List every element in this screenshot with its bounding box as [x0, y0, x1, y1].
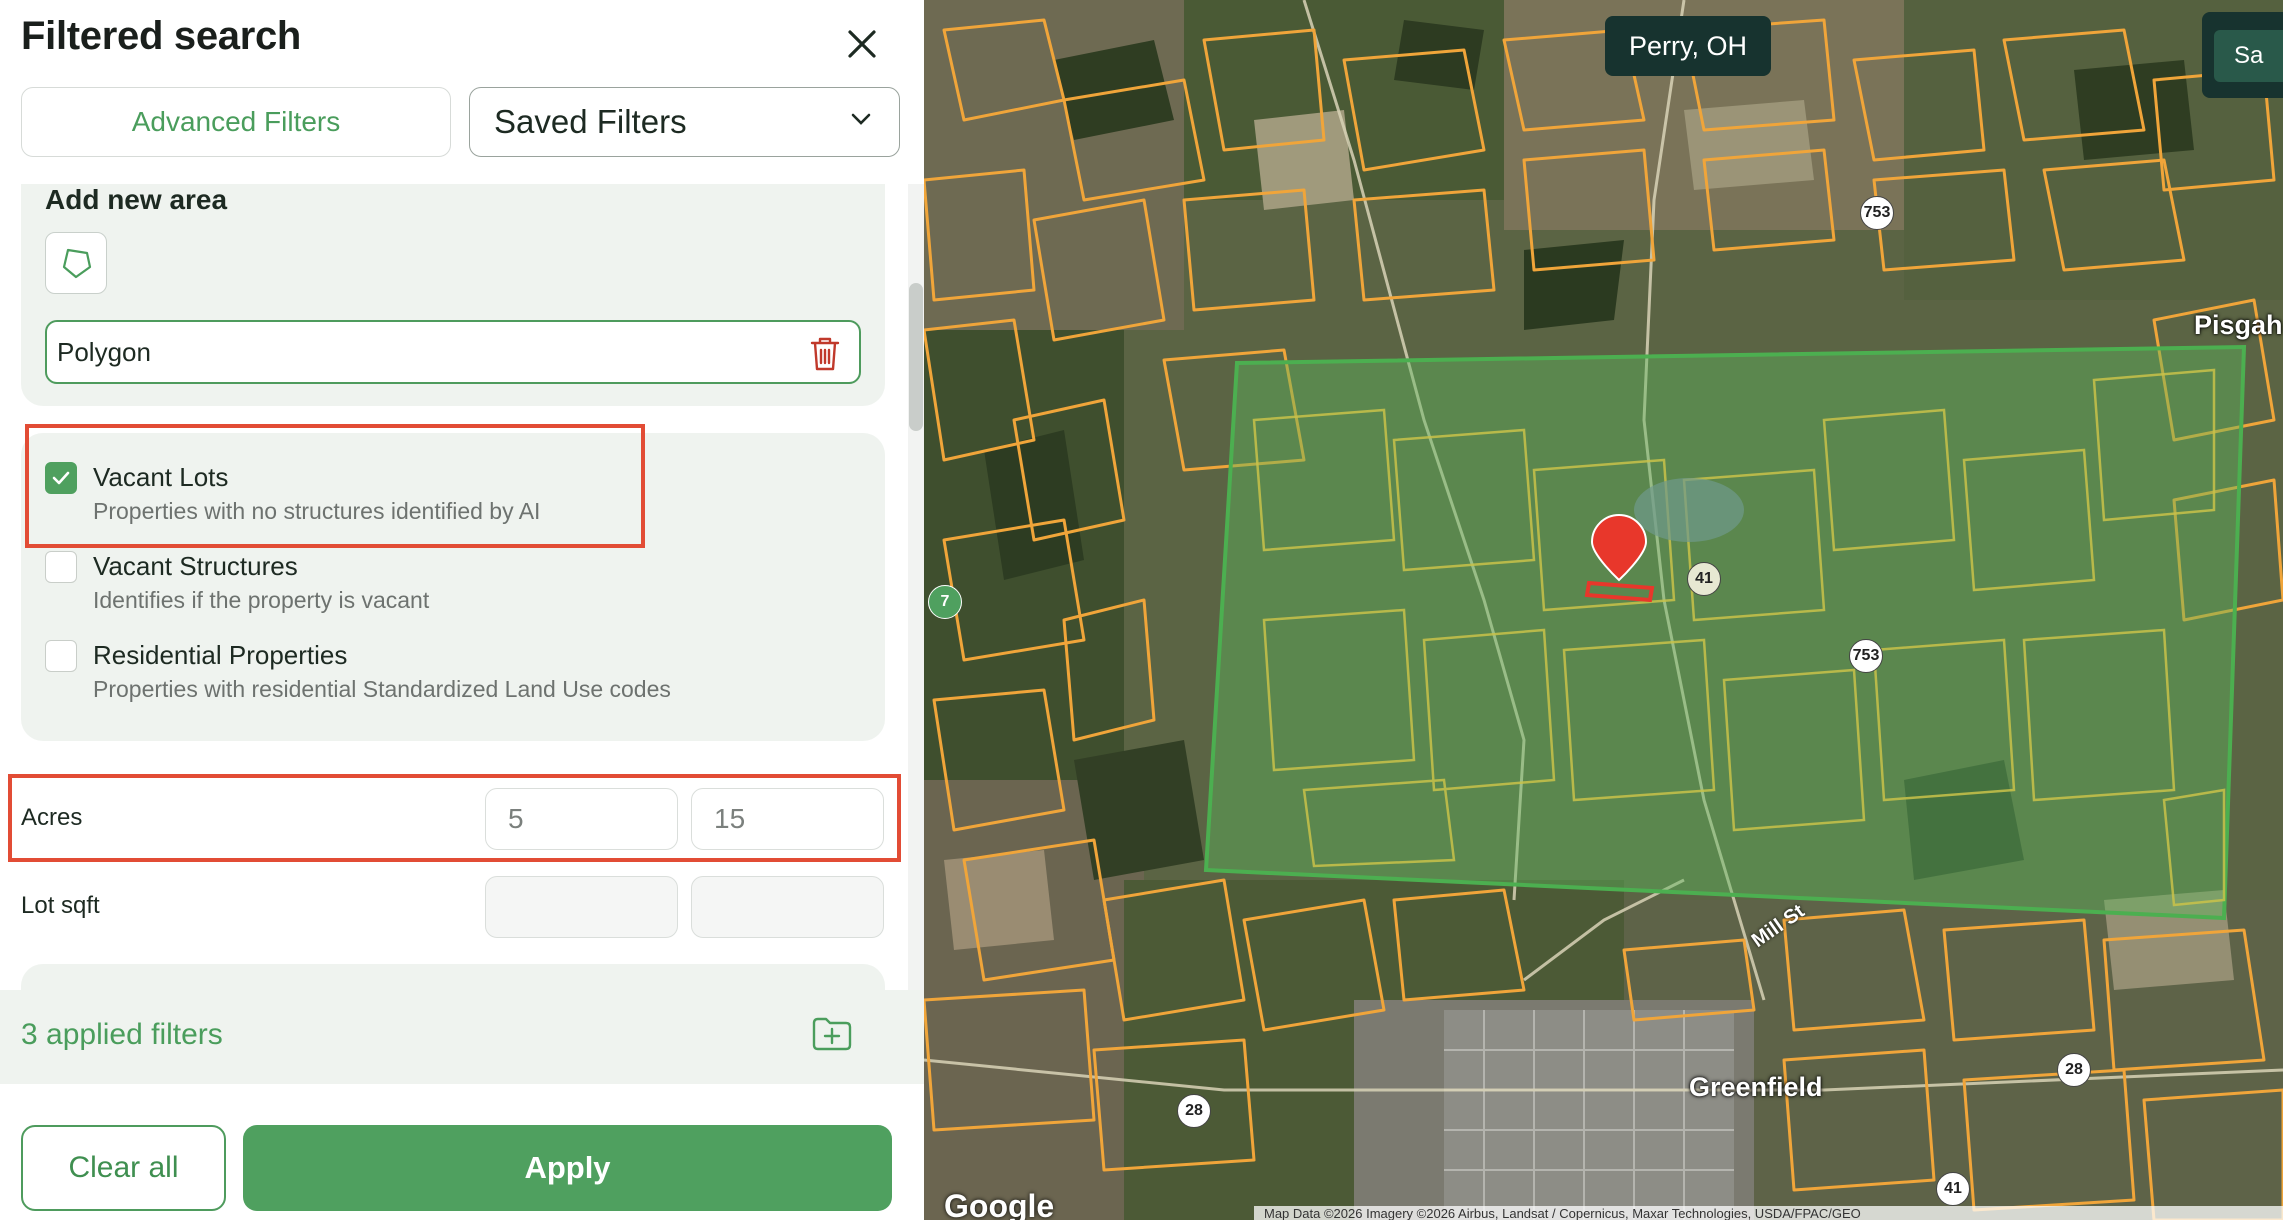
- location-chip[interactable]: Perry, OH: [1605, 16, 1772, 76]
- lot-sqft-max-input[interactable]: [691, 876, 884, 938]
- highlight-acres: [8, 774, 901, 862]
- route-shield: 28: [2057, 1053, 2091, 1087]
- option-label: Residential Properties: [93, 640, 348, 670]
- place-label-greenfield: Greenfield: [1689, 1072, 1823, 1102]
- clear-all-button[interactable]: Clear all: [21, 1125, 226, 1211]
- route-shield: 41: [1936, 1172, 1970, 1206]
- saved-filters-dropdown[interactable]: Saved Filters: [469, 87, 900, 157]
- lot-sqft-label: Lot sqft: [21, 892, 100, 919]
- close-icon[interactable]: [838, 20, 886, 68]
- route-shield: 753: [1849, 639, 1883, 673]
- map-save-button[interactable]: Sa: [2214, 30, 2283, 82]
- chevron-down-icon: [847, 103, 875, 141]
- highlight-vacant-lots: [25, 424, 645, 548]
- polygon-area-field[interactable]: Polygon: [45, 320, 861, 384]
- polygon-icon: [62, 248, 92, 279]
- route-shield: 41: [1687, 562, 1721, 596]
- next-filter-card: [21, 964, 885, 990]
- polygon-area-value: Polygon: [57, 336, 151, 367]
- tab-advanced-filters[interactable]: Advanced Filters: [21, 87, 451, 157]
- route-shield: 28: [1177, 1094, 1211, 1128]
- apply-button[interactable]: Apply: [243, 1125, 892, 1211]
- trash-icon[interactable]: [807, 334, 843, 381]
- save-filter-folder-icon[interactable]: [810, 1013, 854, 1058]
- filters-scroll-area: Add new area Polygon Vacant Lots Propert…: [0, 184, 924, 990]
- map-view[interactable]: 753 41 753 28 28 41 7 Pisgah Greenfield …: [924, 0, 2283, 1220]
- scrollbar-thumb[interactable]: [909, 283, 923, 431]
- add-area-heading: Add new area: [45, 184, 228, 215]
- saved-filters-label: Saved Filters: [494, 103, 687, 140]
- option-label: Vacant Structures: [93, 551, 298, 581]
- filter-panel: Filtered search Advanced Filters Saved F…: [0, 0, 924, 1220]
- cluster-marker-icon[interactable]: 7: [928, 585, 962, 619]
- draw-polygon-button[interactable]: [45, 232, 107, 294]
- google-logo: Google: [944, 1188, 1055, 1220]
- route-shield: 753: [1860, 196, 1894, 230]
- option-description: Properties with residential Standardized…: [93, 676, 671, 702]
- panel-title: Filtered search: [21, 14, 302, 58]
- satellite-map[interactable]: [924, 0, 2283, 1220]
- vacant-structures-checkbox[interactable]: [45, 551, 77, 583]
- map-attribution[interactable]: Map Data ©2026 Imagery ©2026 Airbus, Lan…: [1254, 1206, 2283, 1220]
- lot-sqft-min-input[interactable]: [485, 876, 678, 938]
- option-description: Identifies if the property is vacant: [93, 587, 430, 613]
- place-label-pisgah: Pisgah: [2194, 310, 2283, 340]
- residential-properties-checkbox[interactable]: [45, 640, 77, 672]
- applied-filters-count[interactable]: 3 applied filters: [21, 1018, 223, 1052]
